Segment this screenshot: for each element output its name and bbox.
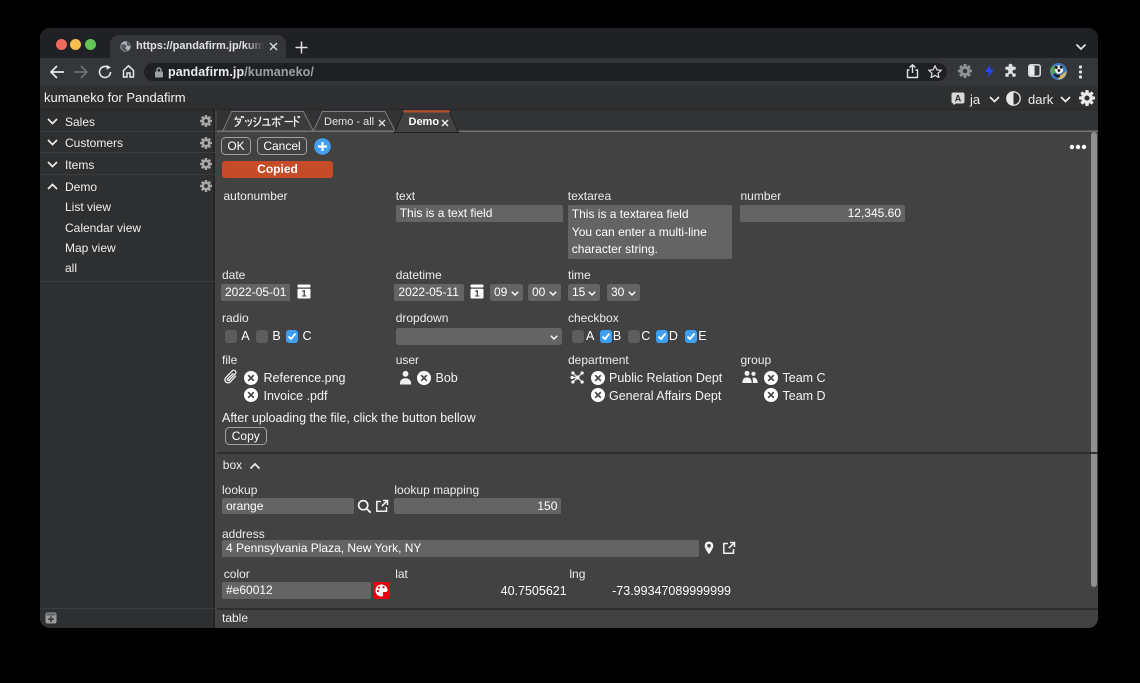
svg-text:A: A — [955, 93, 962, 103]
svg-text:1: 1 — [301, 289, 307, 300]
svg-text:1: 1 — [474, 289, 480, 300]
